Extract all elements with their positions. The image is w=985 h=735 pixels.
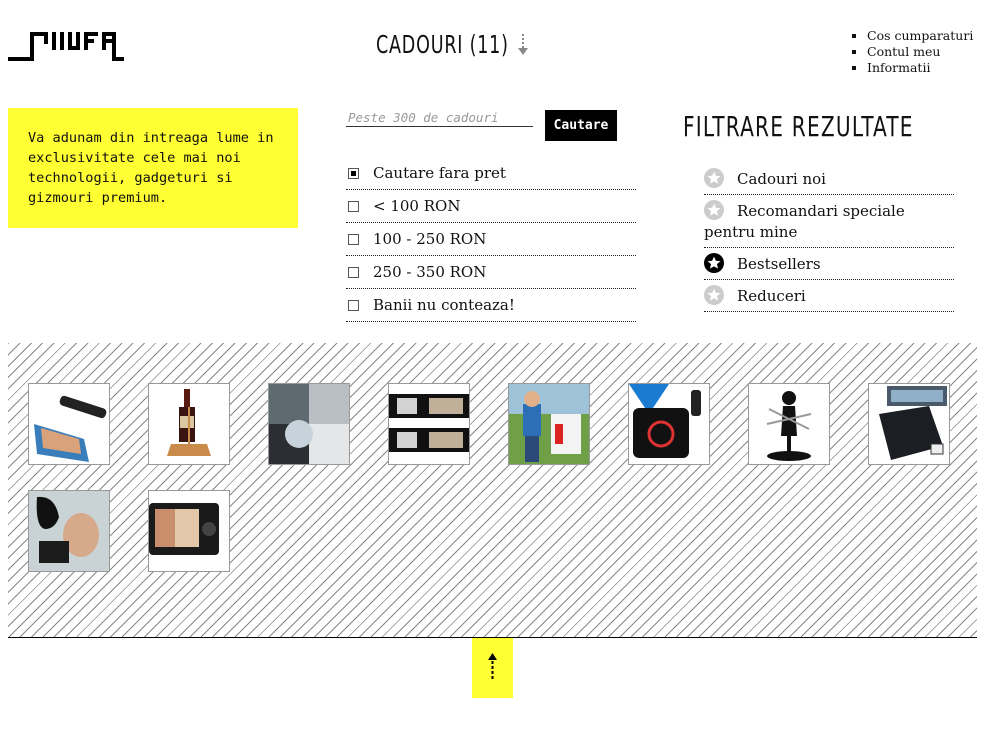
arrow-up-icon (488, 653, 497, 679)
search-button[interactable]: Cautare (545, 110, 617, 141)
checkbox[interactable] (348, 233, 359, 245)
star-icon (704, 168, 724, 188)
usb-gadget-thumb[interactable] (628, 383, 710, 465)
filter-label: Bestsellers (737, 255, 821, 273)
filter-item-discounts[interactable]: Reduceri (704, 280, 954, 312)
price-filter-label: 100 - 250 RON (373, 230, 487, 248)
digital-frame-thumb[interactable] (148, 490, 230, 572)
price-filter-list: Cautare fara pret < 100 RON 100 - 250 RO… (346, 157, 636, 322)
filter-title: FILTRARE REZULTATE (683, 110, 914, 143)
price-filter-label: Banii nu conteaza! (373, 296, 515, 314)
filter-item-new[interactable]: Cadouri noi (704, 163, 954, 195)
star-icon-active (704, 253, 724, 273)
filter-item-recommended[interactable]: Recomandari speciale pentru mine (704, 195, 954, 248)
price-filter-item[interactable]: Cautare fara pret (346, 157, 636, 190)
bubble-toy-thumb[interactable] (508, 383, 590, 465)
page-title: CADOURI (11) (376, 30, 509, 59)
portable-shower-thumb[interactable] (28, 490, 110, 572)
back-to-top-button[interactable] (472, 638, 513, 698)
nav-info-link[interactable]: Informatii (867, 60, 973, 76)
photo-collage-thumb[interactable] (268, 383, 350, 465)
stuff-logo[interactable] (8, 30, 124, 64)
star-icon (704, 200, 724, 220)
scanner-photo-thumb[interactable] (28, 383, 110, 465)
checkbox[interactable] (348, 266, 359, 278)
filter-label: Cadouri noi (737, 170, 826, 188)
search-input[interactable] (346, 108, 533, 127)
checkbox[interactable] (348, 200, 359, 212)
checkbox[interactable] (348, 299, 359, 311)
filter-item-bestsellers[interactable]: Bestsellers (704, 248, 954, 280)
price-filter-label: < 100 RON (373, 197, 461, 215)
nav-account-link[interactable]: Contul meu (867, 44, 973, 60)
sort-down-arrow-icon[interactable] (517, 33, 529, 57)
top-nav: Cos cumparaturi Contul meu Informatii (851, 28, 973, 76)
intro-box: Va adunam din intreaga lume in exclusivi… (8, 108, 298, 228)
nav-cart-link[interactable]: Cos cumparaturi (867, 28, 973, 44)
filter-list: Cadouri noi Recomandari speciale pentru … (704, 163, 954, 312)
figure-knife-holder-thumb[interactable] (748, 383, 830, 465)
filter-label: Recomandari speciale pentru mine (704, 202, 905, 241)
filter-label: Reduceri (737, 287, 806, 305)
checkbox-checked[interactable] (348, 167, 359, 179)
price-filter-item[interactable]: < 100 RON (346, 190, 636, 223)
film-strip-thumb[interactable] (388, 383, 470, 465)
price-filter-item[interactable]: 100 - 250 RON (346, 223, 636, 256)
price-filter-item[interactable]: Banii nu conteaza! (346, 289, 636, 322)
star-icon (704, 285, 724, 305)
price-filter-item[interactable]: 250 - 350 RON (346, 256, 636, 289)
price-filter-label: 250 - 350 RON (373, 263, 487, 281)
wifi-scale-thumb[interactable] (868, 383, 950, 465)
wine-holder-thumb[interactable] (148, 383, 230, 465)
price-filter-label: Cautare fara pret (373, 164, 506, 182)
product-grid (8, 343, 977, 638)
